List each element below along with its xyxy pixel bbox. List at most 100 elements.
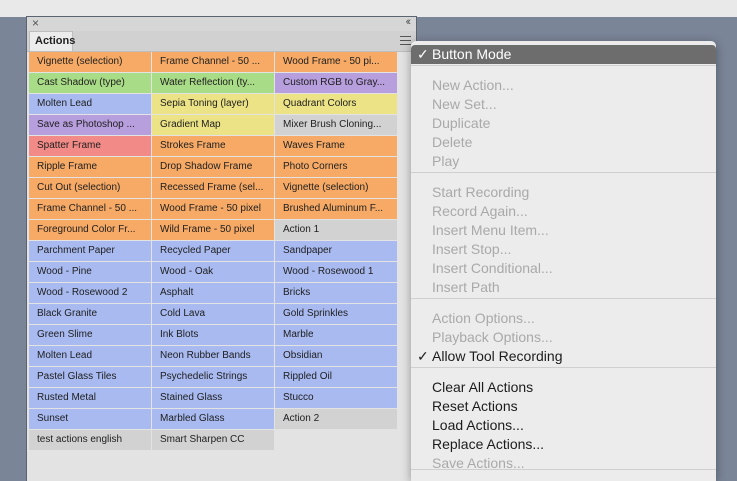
action-button[interactable]: Spatter Frame xyxy=(29,136,151,156)
action-button[interactable]: Action 1 xyxy=(275,220,397,240)
action-button[interactable]: Rusted Metal xyxy=(29,388,151,408)
action-button[interactable]: Marbled Glass xyxy=(152,409,274,429)
action-button[interactable]: Wood - Rosewood 1 xyxy=(275,262,397,282)
action-button[interactable]: Vignette (selection) xyxy=(275,178,397,198)
action-button[interactable]: Vignette (selection) xyxy=(29,52,151,72)
action-button[interactable]: Gradient Map xyxy=(152,115,274,135)
menu-item-replace-actions[interactable]: Replace Actions... xyxy=(411,435,716,454)
menu-item-label: Insert Menu Item... xyxy=(432,222,549,238)
action-button[interactable]: Neon Rubber Bands xyxy=(152,346,274,366)
action-button[interactable]: Green Slime xyxy=(29,325,151,345)
menu-item-insert-menu-item: Insert Menu Item... xyxy=(411,221,716,240)
action-button[interactable]: Sunset xyxy=(29,409,151,429)
actions-panel: × ‹‹ Actions Vignette (selection) Frame C… xyxy=(27,16,416,481)
menu-separator xyxy=(411,172,716,173)
action-button[interactable]: Drop Shadow Frame xyxy=(152,157,274,177)
menu-item-clear-all-actions[interactable]: Clear All Actions xyxy=(411,378,716,397)
menu-item-label: Load Actions... xyxy=(432,417,524,433)
action-button[interactable]: Marble xyxy=(275,325,397,345)
tab-actions[interactable]: Actions xyxy=(29,31,75,51)
menu-item-allow-tool-recording[interactable]: ✓ Allow Tool Recording xyxy=(411,347,716,366)
menu-item-label: Save Actions... xyxy=(432,455,525,471)
action-button[interactable]: Mixer Brush Cloning... xyxy=(275,115,397,135)
panel-menu-icon[interactable] xyxy=(400,36,411,45)
action-button[interactable]: Asphalt xyxy=(152,283,274,303)
action-button[interactable]: Psychedelic Strings xyxy=(152,367,274,387)
menu-separator xyxy=(411,367,716,368)
action-button[interactable]: Wood Frame - 50 pixel xyxy=(152,199,274,219)
action-button[interactable]: Sepia Toning (layer) xyxy=(152,94,274,114)
action-button[interactable]: Ripple Frame xyxy=(29,157,151,177)
action-button[interactable]: Custom RGB to Gray... xyxy=(275,73,397,93)
action-button[interactable]: Strokes Frame xyxy=(152,136,274,156)
action-button[interactable]: Wood - Pine xyxy=(29,262,151,282)
menu-item-label: Insert Path xyxy=(432,279,500,295)
menu-item-label: Allow Tool Recording xyxy=(432,348,563,364)
action-button[interactable]: Recessed Frame (sel... xyxy=(152,178,274,198)
action-button-grid: Vignette (selection) Frame Channel - 50 .… xyxy=(29,52,400,450)
panel-flyout-menu: ✓ Button Mode New Action... New Set... Dupli… xyxy=(411,41,716,481)
menu-item-insert-stop: Insert Stop... xyxy=(411,240,716,259)
action-button[interactable]: Stained Glass xyxy=(152,388,274,408)
action-button[interactable]: Smart Sharpen CC xyxy=(152,430,274,450)
menu-item-record-again: Record Again... xyxy=(411,202,716,221)
menu-separator xyxy=(411,298,716,299)
menu-item-label: Delete xyxy=(432,134,473,150)
collapse-icon[interactable]: ‹‹ xyxy=(406,16,412,28)
menu-item-new-set: New Set... xyxy=(411,95,716,114)
action-button[interactable]: Wood - Rosewood 2 xyxy=(29,283,151,303)
menu-item-delete: Delete xyxy=(411,133,716,152)
menu-item-label: Playback Options... xyxy=(432,329,553,345)
action-button[interactable]: Quadrant Colors xyxy=(275,94,397,114)
menu-item-insert-path: Insert Path xyxy=(411,278,716,297)
action-button[interactable]: Obsidian xyxy=(275,346,397,366)
menu-item-label: Play xyxy=(432,153,460,169)
action-button[interactable]: Wild Frame - 50 pixel xyxy=(152,220,274,240)
action-button[interactable]: Molten Lead xyxy=(29,94,151,114)
action-button[interactable]: Cold Lava xyxy=(152,304,274,324)
action-button[interactable]: Parchment Paper xyxy=(29,241,151,261)
action-button[interactable]: test actions english xyxy=(29,430,151,450)
menu-item-playback-options: Playback Options... xyxy=(411,328,716,347)
action-button[interactable]: Waves Frame xyxy=(275,136,397,156)
menu-item-label: Record Again... xyxy=(432,203,528,219)
action-button[interactable]: Black Granite xyxy=(29,304,151,324)
menu-item-play: Play xyxy=(411,152,716,171)
action-button[interactable]: Rippled Oil xyxy=(275,367,397,387)
menu-item-duplicate: Duplicate xyxy=(411,114,716,133)
action-button[interactable]: Molten Lead xyxy=(29,346,151,366)
action-button[interactable]: Wood Frame - 50 pi... xyxy=(275,52,397,72)
menu-item-label: Reset Actions xyxy=(432,398,518,414)
action-button[interactable]: Save as Photoshop ... xyxy=(29,115,151,135)
action-button[interactable]: Ink Blots xyxy=(152,325,274,345)
close-icon[interactable]: × xyxy=(32,16,39,30)
menu-item-load-actions[interactable]: Load Actions... xyxy=(411,416,716,435)
action-button[interactable]: Brushed Aluminum F... xyxy=(275,199,397,219)
action-button[interactable]: Cast Shadow (type) xyxy=(29,73,151,93)
action-button[interactable]: Stucco xyxy=(275,388,397,408)
menu-item-label: Replace Actions... xyxy=(432,436,545,452)
action-button[interactable]: Frame Channel - 50 ... xyxy=(29,199,151,219)
action-button[interactable]: Frame Channel - 50 ... xyxy=(152,52,274,72)
action-button[interactable]: Pastel Glass Tiles xyxy=(29,367,151,387)
menu-item-button-mode[interactable]: ✓ Button Mode xyxy=(411,45,716,64)
action-button[interactable]: Bricks xyxy=(275,283,397,303)
action-button[interactable]: Sandpaper xyxy=(275,241,397,261)
action-button[interactable]: Photo Corners xyxy=(275,157,397,177)
action-button[interactable]: Foreground Color Fr... xyxy=(29,220,151,240)
action-button[interactable]: Cut Out (selection) xyxy=(29,178,151,198)
action-button[interactable]: Action 2 xyxy=(275,409,397,429)
checkmark-icon: ✓ xyxy=(417,46,429,62)
menu-item-label: Clear All Actions xyxy=(432,379,534,395)
action-button[interactable]: Wood - Oak xyxy=(152,262,274,282)
panel-title-bar[interactable]: × ‹‹ xyxy=(27,16,416,31)
menu-item-new-action: New Action... xyxy=(411,76,716,95)
menu-item-reset-actions[interactable]: Reset Actions xyxy=(411,397,716,416)
menu-item-action-options: Action Options... xyxy=(411,309,716,328)
menu-item-label: Insert Stop... xyxy=(432,241,512,257)
action-button[interactable]: Water Reflection (ty... xyxy=(152,73,274,93)
action-button[interactable]: Recycled Paper xyxy=(152,241,274,261)
action-button[interactable]: Gold Sprinkles xyxy=(275,304,397,324)
menu-item-label: Duplicate xyxy=(432,115,491,131)
menu-item-label: Button Mode xyxy=(432,46,512,62)
